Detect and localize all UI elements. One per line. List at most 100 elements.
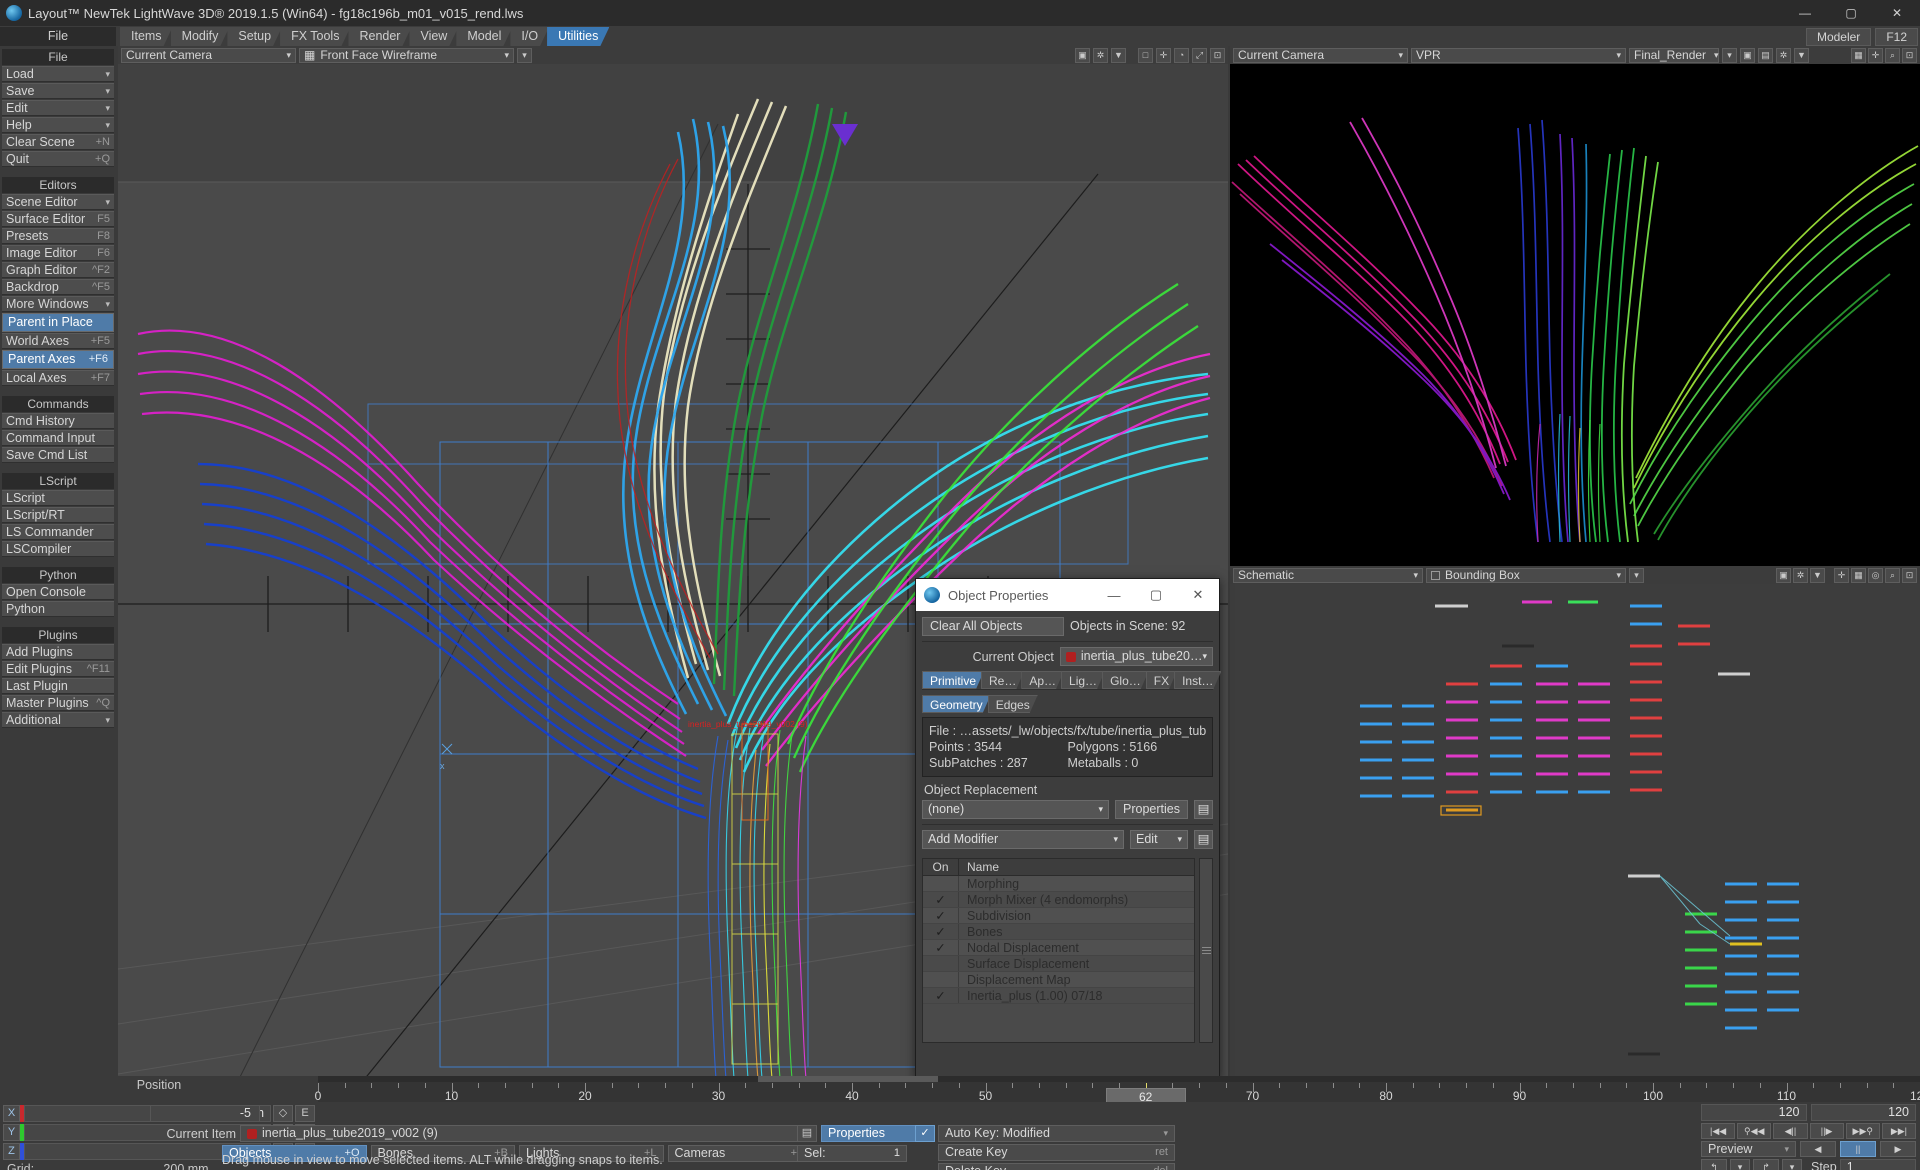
menu-tab-i-o[interactable]: I/O xyxy=(510,27,549,46)
undo-dropdown-icon[interactable]: ▾ xyxy=(1730,1159,1750,1170)
axis-envelope-button[interactable]: E xyxy=(295,1104,315,1122)
sidebar-item-scene-editor[interactable]: Scene Editor ▾ xyxy=(2,194,114,210)
sidebar-item-image-editor[interactable]: Image Editor F6 xyxy=(2,245,114,261)
viewport-camera-select[interactable]: Current Camera ▾ xyxy=(121,47,296,63)
sidebar-item-command-input[interactable]: Command Input xyxy=(2,430,114,446)
dialog-close-button[interactable]: ✕ xyxy=(1177,579,1219,611)
maximize-icon[interactable]: ⊡ xyxy=(1902,567,1917,583)
sidebar-item-surface-editor[interactable]: Surface Editor F5 xyxy=(2,211,114,227)
schematic-canvas[interactable] xyxy=(1230,584,1920,1081)
modifier-row[interactable]: ✓ Inertia_plus (1.00) 07/18 xyxy=(923,988,1194,1004)
modifier-on-checkbox[interactable]: ✓ xyxy=(923,988,959,1003)
menu-tab-setup[interactable]: Setup xyxy=(227,27,282,46)
key-prev-icon[interactable]: ⚲◀◀ xyxy=(1737,1123,1772,1139)
clipboard-icon[interactable]: ▤ xyxy=(1194,800,1213,819)
sidebar-item-parent-in-place[interactable]: Parent in Place xyxy=(2,313,114,332)
create-key-button[interactable]: Create Key ret xyxy=(938,1144,1175,1161)
vpr-quality-select[interactable]: Final_Render ▾ xyxy=(1629,47,1719,63)
camera-icon[interactable]: ▣ xyxy=(1776,567,1791,583)
sidebar-item-help[interactable]: Help ▾ xyxy=(2,117,114,133)
modifier-on-checkbox[interactable] xyxy=(923,956,959,971)
sidebar-item-clear-scene[interactable]: Clear Scene +N xyxy=(2,134,114,150)
sidebar-item-lscript[interactable]: LScript xyxy=(2,490,114,506)
grid-icon[interactable]: ▦ xyxy=(1851,567,1866,583)
export-icon[interactable]: ▼ xyxy=(1111,47,1126,63)
timeline-scroll-thumb[interactable] xyxy=(758,1076,938,1082)
clear-all-objects-button[interactable]: Clear All Objects xyxy=(922,617,1064,636)
clipboard-icon[interactable]: ▤ xyxy=(1194,830,1213,849)
timeline-ruler[interactable]: 010203040506070809010011012062 xyxy=(315,1083,1920,1105)
axis-toggle-x[interactable]: X xyxy=(3,1104,20,1122)
dialog-subtab-geometry[interactable]: Geometry xyxy=(922,695,991,713)
sidebar-item-save-cmd-list[interactable]: Save Cmd List xyxy=(2,447,114,463)
modifier-on-checkbox[interactable]: ✓ xyxy=(923,908,959,923)
vpr-renderer-select[interactable]: VPR ▾ xyxy=(1411,47,1626,63)
menu-tab-model[interactable]: Model xyxy=(456,27,512,46)
pause-icon[interactable]: || xyxy=(1840,1141,1876,1157)
menu-tab-utilities[interactable]: Utilities xyxy=(547,27,609,46)
chevron-down-icon[interactable]: ▾ xyxy=(1629,567,1644,583)
sidebar-item-ls-commander[interactable]: LS Commander xyxy=(2,524,114,540)
object-replacement-select[interactable]: (none) ▾ xyxy=(922,800,1110,819)
f12-button[interactable]: F12 xyxy=(1875,28,1918,46)
preview-mode-select[interactable]: Preview ▾ xyxy=(1701,1141,1796,1157)
minimize-button[interactable]: — xyxy=(1782,0,1828,26)
axis-toggle-y[interactable]: Y xyxy=(3,1123,20,1141)
sidebar-item-graph-editor[interactable]: Graph Editor ^F2 xyxy=(2,262,114,278)
sidebar-item-save[interactable]: Save ▾ xyxy=(2,83,114,99)
sidebar-item-presets[interactable]: Presets F8 xyxy=(2,228,114,244)
start-frame-field[interactable]: -5 xyxy=(150,1105,260,1122)
menu-tab-render[interactable]: Render xyxy=(348,27,411,46)
skip-start-icon[interactable]: |◀◀ xyxy=(1701,1123,1736,1139)
sidebar-item-world-axes[interactable]: World Axes +F5 xyxy=(2,333,114,349)
dialog-maximize-button[interactable]: ▢ xyxy=(1135,579,1177,611)
maximize-icon[interactable]: ⊡ xyxy=(1902,47,1917,63)
rotate-icon[interactable]: ◔ xyxy=(1174,47,1189,63)
viewport-display-mode-select[interactable]: ▦ Front Face Wireframe ▾ xyxy=(299,47,514,63)
modifier-row[interactable]: ✓ Bones xyxy=(923,924,1194,940)
redo-dropdown-icon[interactable]: ▾ xyxy=(1782,1159,1802,1170)
modifier-edit-select[interactable]: Edit ▾ xyxy=(1130,830,1188,849)
vpr-camera-select[interactable]: Current Camera ▾ xyxy=(1233,47,1408,63)
menu-tab-items[interactable]: Items xyxy=(120,27,173,46)
sidebar-item-master-plugins[interactable]: Master Plugins ^Q xyxy=(2,695,114,711)
center-icon[interactable]: ◎ xyxy=(1868,567,1883,583)
move-icon[interactable]: ✛ xyxy=(1156,47,1171,63)
chevron-down-icon[interactable]: ▾ xyxy=(517,47,532,63)
dialog-tab-re-[interactable]: Re… xyxy=(981,671,1024,689)
sidebar-item-additional[interactable]: Additional ▾ xyxy=(2,712,114,728)
current-item-select[interactable]: inertia_plus_tube2019_v002 (9) ▾ xyxy=(240,1125,810,1142)
lock-icon[interactable]: ▤ xyxy=(1758,47,1773,63)
object-replacement-properties-button[interactable]: Properties xyxy=(1115,800,1188,819)
modifier-on-checkbox[interactable]: ✓ xyxy=(923,940,959,955)
grid-icon[interactable]: ▦ xyxy=(1851,47,1866,63)
modifier-row[interactable]: ✓ Nodal Displacement xyxy=(923,940,1194,956)
export-icon[interactable]: ▼ xyxy=(1810,567,1825,583)
sidebar-item-quit[interactable]: Quit +Q xyxy=(2,151,114,167)
dialog-tab-fx[interactable]: FX xyxy=(1146,671,1177,689)
sidebar-item-parent-axes[interactable]: Parent Axes +F6 xyxy=(2,350,114,369)
sidebar-item-backdrop[interactable]: Backdrop ^F5 xyxy=(2,279,114,295)
step-fwd-icon[interactable]: ||▶ xyxy=(1809,1123,1844,1139)
dialog-tab-primitive[interactable]: Primitive xyxy=(922,671,984,689)
current-object-select[interactable]: inertia_plus_tube20… ▾ xyxy=(1059,647,1213,666)
modifier-row[interactable]: ✓ Subdivision xyxy=(923,908,1194,924)
gear-icon[interactable]: ✲ xyxy=(1776,47,1791,63)
sidebar-item-edit[interactable]: Edit ▾ xyxy=(2,100,114,116)
box-icon[interactable]: □ xyxy=(1138,47,1153,63)
redo-icon[interactable]: ↱ xyxy=(1753,1159,1779,1170)
schematic-mode-select[interactable]: Bounding Box ▾ xyxy=(1426,567,1626,583)
target-icon[interactable]: ✛ xyxy=(1834,567,1849,583)
schematic-view-select[interactable]: Schematic ▾ xyxy=(1233,567,1423,583)
play-icon[interactable]: ▶ xyxy=(1880,1141,1916,1157)
auto-key-select[interactable]: Auto Key: Modified ▾ xyxy=(938,1125,1175,1142)
timeline-track[interactable]: 010203040506070809010011012062 xyxy=(315,1076,1920,1105)
modifier-row[interactable]: Morphing xyxy=(923,876,1194,892)
schematic-panel[interactable]: Schematic ▾ Bounding Box ▾ ▾ ▣ ✲ ▼ ✛ ▦ ◎ ⌕… xyxy=(1230,566,1920,1081)
modifier-row[interactable]: Surface Displacement xyxy=(923,956,1194,972)
sidebar-item-local-axes[interactable]: Local Axes +F7 xyxy=(2,370,114,386)
end-frame-field-1[interactable]: 120 xyxy=(1701,1104,1807,1121)
dialog-tab-ap-[interactable]: Ap… xyxy=(1021,671,1064,689)
sidebar-item-cmd-history[interactable]: Cmd History xyxy=(2,413,114,429)
dialog-tab-lig-[interactable]: Lig… xyxy=(1061,671,1105,689)
